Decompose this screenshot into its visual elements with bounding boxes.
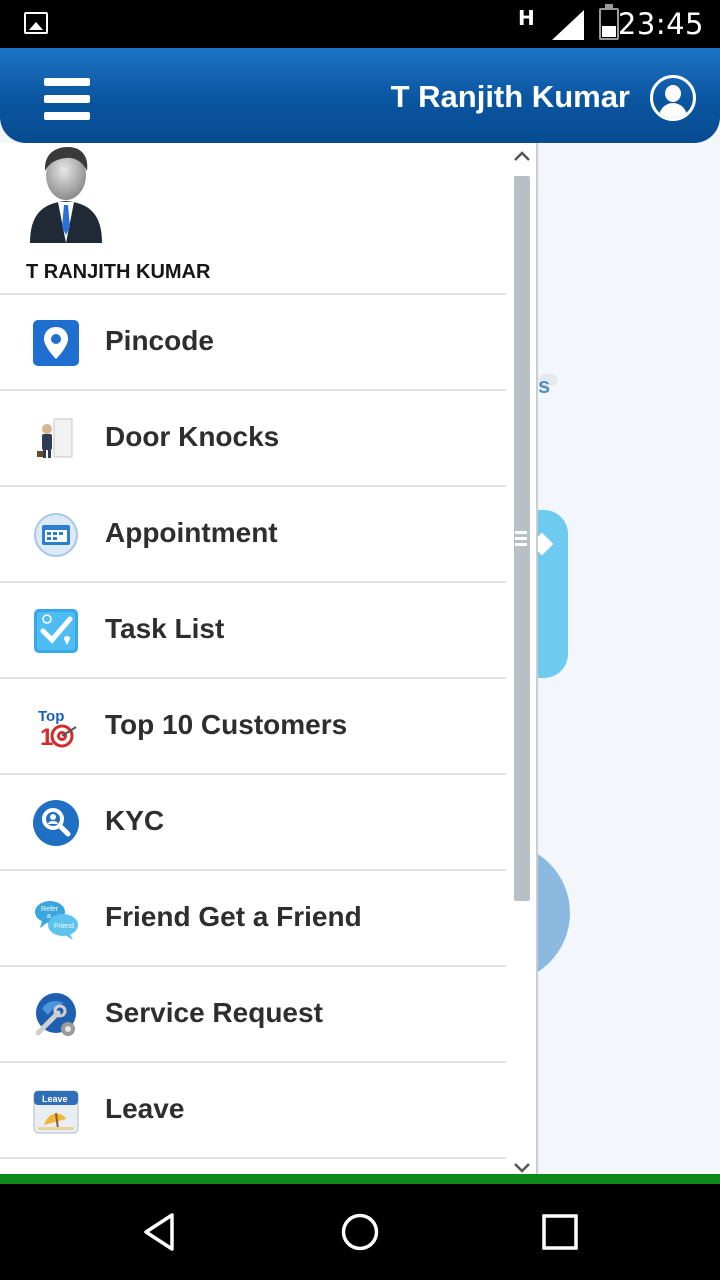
menu-item-label: Door Knocks [105,421,280,452]
menu-item-top-10-customers[interactable]: Top 1 Top 10 Customers [0,679,506,775]
menu-item-label: Pincode [105,325,214,356]
app-header: T Ranjith Kumar [0,48,720,143]
map-pin-icon [33,320,79,366]
drawer-handle-icon[interactable] [515,531,527,551]
menu-item-pincode[interactable]: Pincode [0,295,506,391]
user-profile-icon[interactable] [650,75,696,121]
menu-item-leave[interactable]: Leave Leave [0,1063,506,1159]
system-nav-bar [0,1184,720,1280]
hamburger-menu-icon[interactable] [44,78,92,120]
image-notification-icon [24,12,48,34]
leave-calendar-icon: Leave [33,1090,79,1134]
menu-item-service-request[interactable]: Service Request [0,967,506,1063]
kyc-search-icon [33,800,79,846]
accent-bar [0,1174,720,1184]
businessman-avatar-icon [30,147,102,243]
profile-name: T RANJITH KUMAR [26,261,211,283]
top-10-icon: Top 1 [38,708,77,751]
menu-item-label: Task List [105,613,225,644]
service-request-icon [35,993,76,1036]
menu-item-label: Leave [105,1093,185,1124]
menu-item-label: Appointment [105,517,278,548]
back-icon[interactable] [138,1210,182,1254]
recents-icon[interactable] [538,1210,582,1254]
background-partial-text: s [538,373,551,398]
menu-item-task-list[interactable]: Task List [0,583,506,679]
svg-text:Refer: Refer [41,906,59,913]
app-screen: s T Ranjith Kumar T RANJITH KUMAR Pincod… [0,48,720,1174]
svg-text:Leave: Leave [42,1094,68,1104]
battery-icon [599,4,619,40]
drawer-profile: T RANJITH KUMAR [0,143,506,295]
status-bar: H 23:45 [0,0,720,48]
menu-item-appointment[interactable]: Appointment [0,487,506,583]
task-list-icon [34,609,78,653]
scroll-up-arrow-icon[interactable] [512,149,532,163]
signal-icon [552,10,584,40]
menu-item-kyc[interactable]: KYC [0,775,506,871]
menu-item-label: Friend Get a Friend [105,901,362,932]
navigation-drawer: T RANJITH KUMAR Pincode Door Knocks Appo… [0,143,538,1174]
header-user-name: T Ranjith Kumar [390,79,630,114]
svg-text:a: a [47,913,51,920]
menu-item-label: KYC [105,805,165,836]
network-type-label: H [518,6,535,30]
door-knock-icon [37,418,73,458]
status-time: 23:45 [617,7,704,41]
appointment-icon [34,513,78,557]
menu-item-label: Top 10 Customers [105,709,348,740]
svg-text:Top: Top [38,708,64,725]
menu-item-friend-get-a-friend[interactable]: Refer a Friend Friend Get a Friend [0,871,506,967]
svg-text:Friend: Friend [54,923,74,930]
drawer-menu: Pincode Door Knocks Appointment Task Lis… [0,295,506,1159]
refer-friend-icon: Refer a Friend [35,901,78,940]
scroll-down-arrow-icon[interactable] [512,1161,532,1174]
home-icon[interactable] [338,1210,382,1254]
menu-item-door-knocks[interactable]: Door Knocks [0,391,506,487]
menu-item-label: Service Request [105,997,323,1028]
